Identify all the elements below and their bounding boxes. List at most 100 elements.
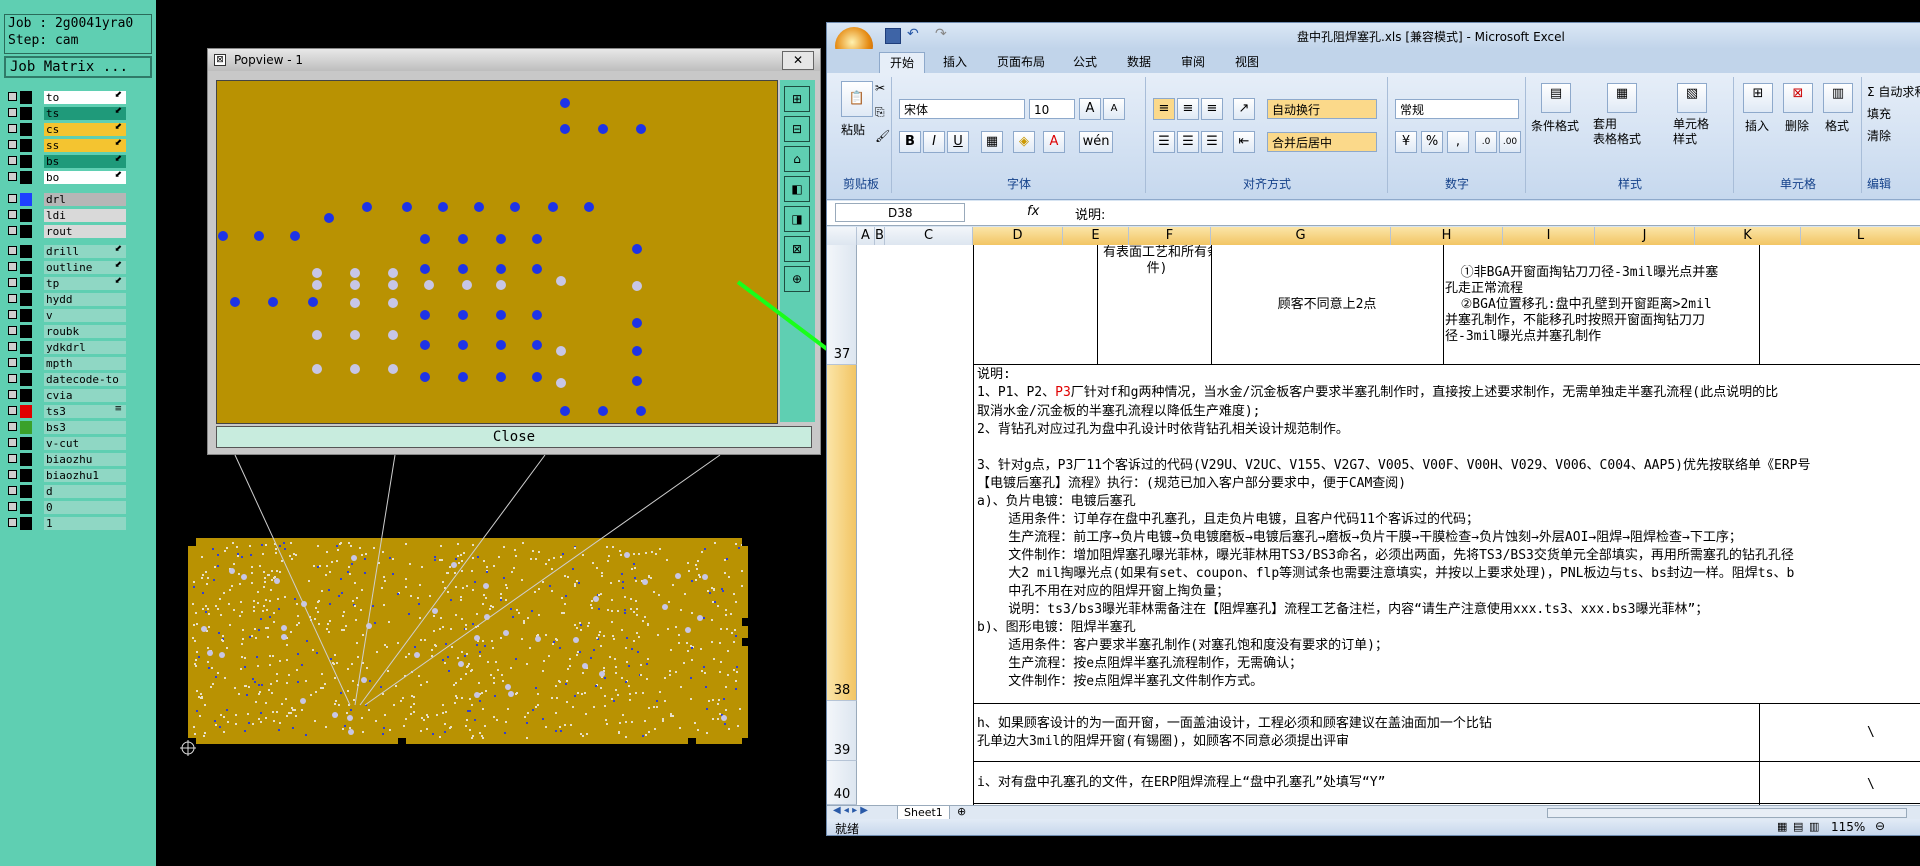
cell-i37[interactable]: ①非BGA开窗面掏钻刀刀径-3mil曝光点并塞 孔走正常流程 ②BGA位置移孔:… [1445,265,1757,345]
insert-cells-icon[interactable]: ⊞ [1743,83,1773,113]
layer-row-bs[interactable]: bs ⬋ [4,154,126,169]
align-bottom-icon[interactable]: ≡ [1201,98,1223,120]
align-center-icon[interactable]: ☰ [1177,131,1199,153]
layer-name[interactable]: v-cut [44,437,126,450]
layer-name[interactable]: d [44,485,126,498]
increase-decimal-icon[interactable]: .0 [1475,131,1497,153]
layer-row-ss[interactable]: ss ⬋ [4,138,126,153]
layer-color-swatch[interactable] [20,357,32,370]
layer-checkbox[interactable] [8,406,17,415]
layer-row-cvia[interactable]: cvia [4,388,126,403]
close-icon[interactable]: ✕ [782,51,814,70]
layer-row-v-cut[interactable]: v-cut [4,436,126,451]
layer-color-swatch[interactable] [20,107,32,120]
layer-name[interactable]: 1 [44,517,126,530]
tab-formulas[interactable]: 公式 [1063,52,1107,73]
zoom-level[interactable]: 115% [1831,820,1865,834]
layer-checkbox[interactable] [8,92,17,101]
cell-d39[interactable]: h、如果顾客设计的为一面开窗，一面盖油设计，工程必须和顾客建议在盖油面加一个比钻… [977,715,1757,751]
layer-color-swatch[interactable] [20,193,32,206]
underline-icon[interactable]: U [947,131,969,153]
layer-checkbox[interactable] [8,502,17,511]
layer-checkbox[interactable] [8,486,17,495]
layer-color-swatch[interactable] [20,389,32,402]
tab-insert[interactable]: 插入 [933,52,977,73]
layer-checkbox[interactable] [8,326,17,335]
delete-cells-button[interactable]: 删除 [1785,117,1809,134]
layer-color-swatch[interactable] [20,155,32,168]
tab-review[interactable]: 审阅 [1171,52,1215,73]
row-header[interactable]: 37 [827,245,857,365]
cell-styles-icon[interactable]: ▧ [1677,83,1707,113]
column-header[interactable]: I [1503,227,1595,245]
layer-checkbox[interactable] [8,358,17,367]
layer-checkbox[interactable] [8,156,17,165]
pcb-board-view[interactable] [188,538,750,746]
layer-row-roubk[interactable]: roubk [4,324,126,339]
popview-canvas[interactable] [216,80,778,424]
align-top-icon[interactable]: ≡ [1153,98,1175,120]
tab-data[interactable]: 数据 [1117,52,1161,73]
layer-row-v[interactable]: v [4,308,126,323]
undo-icon[interactable]: ↶ [907,26,919,42]
layer-row-drill[interactable]: drill ⬋ [4,244,126,259]
layer-name[interactable]: mpth [44,357,126,370]
font-size-select[interactable]: 10 [1029,99,1075,119]
format-cells-button[interactable]: 格式 [1825,117,1849,134]
layer-row-hydd[interactable]: hydd [4,292,126,307]
layer-color-swatch[interactable] [20,277,32,290]
layer-color-swatch[interactable] [20,485,32,498]
layer-checkbox[interactable] [8,310,17,319]
copy-icon[interactable]: ⎘ [875,105,885,120]
layer-row-ldi[interactable]: ldi [4,208,126,223]
layer-color-swatch[interactable] [20,309,32,322]
conditional-format-button[interactable]: 条件格式 [1531,117,1579,134]
phonetic-icon[interactable]: wén [1079,131,1113,153]
layer-color-swatch[interactable] [20,91,32,104]
page-break-icon[interactable]: ▥ [1809,820,1819,833]
layer-row-ts[interactable]: ts ⬋ [4,106,126,121]
layer-color-swatch[interactable] [20,437,32,450]
layer-color-swatch[interactable] [20,421,32,434]
zoom-in-icon[interactable]: ⊞ [784,86,810,112]
layer-row-mpth[interactable]: mpth [4,356,126,371]
column-header[interactable]: K [1695,227,1801,245]
insert-cells-button[interactable]: 插入 [1745,117,1769,134]
layer-checkbox[interactable] [8,470,17,479]
layer-row-biaozhu1[interactable]: biaozhu1 [4,468,126,483]
insert-sheet-icon[interactable]: ⊕ [957,805,966,818]
table-format-button[interactable]: 套用 表格格式 [1593,117,1641,147]
layer-row-to[interactable]: to ⬋ [4,90,126,105]
align-right-icon[interactable]: ☰ [1201,131,1223,153]
conditional-format-icon[interactable]: ▤ [1541,83,1571,113]
cut-icon[interactable]: ✂ [875,81,885,95]
font-name-select[interactable]: 宋体 [899,99,1025,119]
layer-checkbox[interactable] [8,194,17,203]
excel-titlebar[interactable]: 盘中孔阻焊塞孔.xls [兼容模式] - Microsoft Excel ↶ ↷ [827,23,1920,49]
font-color-icon[interactable]: A [1043,131,1065,153]
column-header[interactable]: D [973,227,1063,245]
formula-input[interactable]: 说明: [1075,204,1105,223]
layer-checkbox[interactable] [8,422,17,431]
layer-color-swatch[interactable] [20,209,32,222]
layer-checkbox[interactable] [8,390,17,399]
column-header[interactable]: E [1063,227,1129,245]
redo-icon[interactable]: ↷ [935,26,947,42]
column-header[interactable]: C [885,227,973,245]
layer-color-swatch[interactable] [20,245,32,258]
layer-row-drl[interactable]: drl [4,192,126,207]
italic-icon[interactable]: I [923,131,945,153]
layer-row-d[interactable]: d [4,484,126,499]
layer-row-ts3[interactable]: ts3 ≡ [4,404,126,419]
column-header[interactable]: B [875,227,885,245]
layer-name[interactable]: 0 [44,501,126,514]
layer-color-swatch[interactable] [20,501,32,514]
clear-button[interactable]: 清除 [1867,127,1891,144]
fill-button[interactable]: 填充 [1867,105,1891,122]
layer-checkbox[interactable] [8,210,17,219]
layer-checkbox[interactable] [8,140,17,149]
layer-row-rout[interactable]: rout [4,224,126,239]
column-header[interactable]: G [1211,227,1391,245]
border-icon[interactable]: ▦ [981,131,1003,153]
layer-row-0[interactable]: 0 [4,500,126,515]
